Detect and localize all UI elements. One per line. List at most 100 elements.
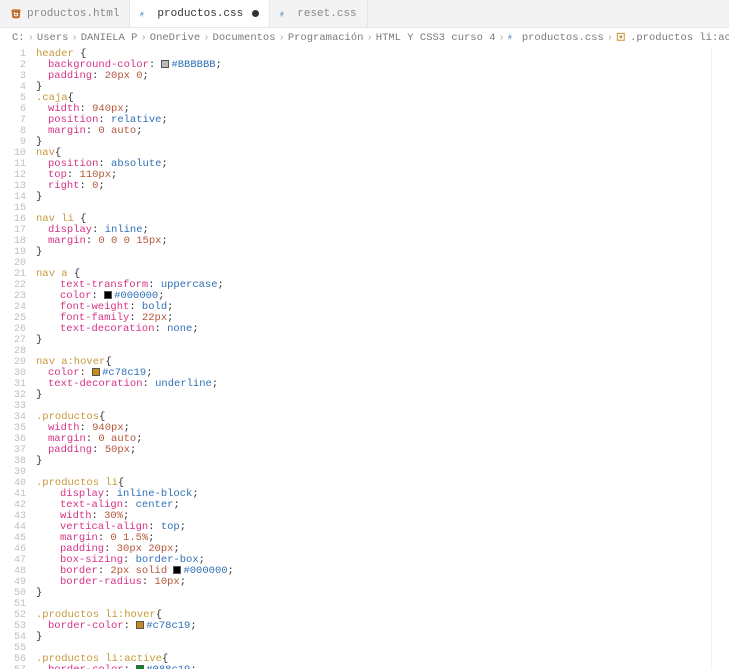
tab-reset-css[interactable]: # reset.css bbox=[270, 0, 367, 27]
tab-label: reset.css bbox=[297, 8, 356, 20]
modified-dot-icon bbox=[252, 10, 259, 17]
code-line[interactable]: margin: 0 auto; bbox=[36, 126, 711, 137]
line-number: 16 bbox=[0, 214, 26, 225]
line-number: 25 bbox=[0, 313, 26, 324]
line-number: 8 bbox=[0, 126, 26, 137]
line-number: 18 bbox=[0, 236, 26, 247]
line-number-gutter: 1234567891011121314151617181920212223242… bbox=[0, 48, 36, 669]
code-line[interactable] bbox=[36, 258, 711, 269]
chevron-right-icon: › bbox=[279, 32, 285, 44]
line-number: 21 bbox=[0, 269, 26, 280]
code-line[interactable]: border-radius: 10px; bbox=[36, 577, 711, 588]
line-number: 11 bbox=[0, 159, 26, 170]
line-number: 39 bbox=[0, 467, 26, 478]
line-number: 33 bbox=[0, 401, 26, 412]
code-line[interactable] bbox=[36, 401, 711, 412]
line-number: 32 bbox=[0, 390, 26, 401]
svg-text:#: # bbox=[140, 9, 144, 18]
code-line[interactable] bbox=[36, 467, 711, 478]
code-line[interactable]: } bbox=[36, 335, 711, 346]
code-line[interactable]: } bbox=[36, 390, 711, 401]
breadcrumb-segment[interactable]: productos.css bbox=[522, 32, 604, 44]
code-line[interactable]: right: 0; bbox=[36, 181, 711, 192]
css-icon: # bbox=[140, 8, 152, 20]
code-line[interactable] bbox=[36, 346, 711, 357]
breadcrumb[interactable]: C: › Users › DANIELA P › OneDrive › Docu… bbox=[0, 28, 729, 48]
line-number: 20 bbox=[0, 258, 26, 269]
line-number: 31 bbox=[0, 379, 26, 390]
code-line[interactable]: } bbox=[36, 588, 711, 599]
tab-productos-css[interactable]: # productos.css bbox=[130, 0, 270, 27]
minimap[interactable] bbox=[711, 48, 729, 669]
line-number: 51 bbox=[0, 599, 26, 610]
code-line[interactable]: } bbox=[36, 82, 711, 93]
code-line[interactable]: } bbox=[36, 456, 711, 467]
breadcrumb-segment[interactable]: HTML Y CSS3 curso 4 bbox=[376, 32, 496, 44]
code-line[interactable]: .caja{ bbox=[36, 93, 711, 104]
tab-productos-html[interactable]: productos.html bbox=[0, 0, 130, 27]
chevron-right-icon: › bbox=[607, 32, 613, 44]
breadcrumb-segment[interactable]: .productos li:active bbox=[630, 32, 729, 44]
code-area[interactable]: header {background-color: #BBBBBB;paddin… bbox=[36, 48, 711, 669]
line-number: 3 bbox=[0, 71, 26, 82]
line-number: 29 bbox=[0, 357, 26, 368]
code-line[interactable]: padding: 50px; bbox=[36, 445, 711, 456]
line-number: 52 bbox=[0, 610, 26, 621]
chevron-right-icon: › bbox=[140, 32, 146, 44]
line-number: 28 bbox=[0, 346, 26, 357]
breadcrumb-segment[interactable]: OneDrive bbox=[150, 32, 200, 44]
line-number: 54 bbox=[0, 632, 26, 643]
code-line[interactable] bbox=[36, 203, 711, 214]
code-line[interactable]: } bbox=[36, 247, 711, 258]
code-line[interactable]: text-decoration: none; bbox=[36, 324, 711, 335]
line-number: 14 bbox=[0, 192, 26, 203]
code-line[interactable]: border-color: #c78c19; bbox=[36, 621, 711, 632]
code-line[interactable]: margin: 0 auto; bbox=[36, 434, 711, 445]
line-number: 17 bbox=[0, 225, 26, 236]
chevron-right-icon: › bbox=[499, 32, 505, 44]
code-line[interactable]: .productos li:hover{ bbox=[36, 610, 711, 621]
line-number: 30 bbox=[0, 368, 26, 379]
line-number: 38 bbox=[0, 456, 26, 467]
line-number: 2 bbox=[0, 60, 26, 71]
line-number: 9 bbox=[0, 137, 26, 148]
editor: 1234567891011121314151617181920212223242… bbox=[0, 48, 729, 669]
code-line[interactable]: text-decoration: underline; bbox=[36, 379, 711, 390]
code-line[interactable]: border-color: #088c19; bbox=[36, 665, 711, 669]
code-line[interactable]: position: absolute; bbox=[36, 159, 711, 170]
code-line[interactable]: text-align: center; bbox=[36, 500, 711, 511]
chevron-right-icon: › bbox=[28, 32, 34, 44]
line-number: 24 bbox=[0, 302, 26, 313]
code-line[interactable]: } bbox=[36, 632, 711, 643]
css-icon: # bbox=[508, 32, 519, 44]
code-line[interactable]: .productos{ bbox=[36, 412, 711, 423]
line-number: 46 bbox=[0, 544, 26, 555]
line-number: 10 bbox=[0, 148, 26, 159]
line-number: 56 bbox=[0, 654, 26, 665]
breadcrumb-segment[interactable]: Users bbox=[37, 32, 69, 44]
code-line[interactable]: } bbox=[36, 137, 711, 148]
line-number: 43 bbox=[0, 511, 26, 522]
line-number: 40 bbox=[0, 478, 26, 489]
line-number: 48 bbox=[0, 566, 26, 577]
code-line[interactable]: margin: 0 0 0 15px; bbox=[36, 236, 711, 247]
chevron-right-icon: › bbox=[203, 32, 209, 44]
line-number: 49 bbox=[0, 577, 26, 588]
line-number: 42 bbox=[0, 500, 26, 511]
code-line[interactable]: top: 110px; bbox=[36, 170, 711, 181]
line-number: 34 bbox=[0, 412, 26, 423]
line-number: 19 bbox=[0, 247, 26, 258]
code-line[interactable]: } bbox=[36, 192, 711, 203]
svg-text:#: # bbox=[508, 32, 512, 41]
code-line[interactable]: .productos li:active{ bbox=[36, 654, 711, 665]
selector-icon bbox=[616, 32, 627, 44]
line-number: 55 bbox=[0, 643, 26, 654]
line-number: 5 bbox=[0, 93, 26, 104]
line-number: 27 bbox=[0, 335, 26, 346]
breadcrumb-segment[interactable]: C: bbox=[12, 32, 25, 44]
breadcrumb-segment[interactable]: Programación bbox=[288, 32, 364, 44]
code-line[interactable]: padding: 20px 0; bbox=[36, 71, 711, 82]
breadcrumb-segment[interactable]: Documentos bbox=[213, 32, 276, 44]
breadcrumb-segment[interactable]: DANIELA P bbox=[81, 32, 138, 44]
line-number: 13 bbox=[0, 181, 26, 192]
